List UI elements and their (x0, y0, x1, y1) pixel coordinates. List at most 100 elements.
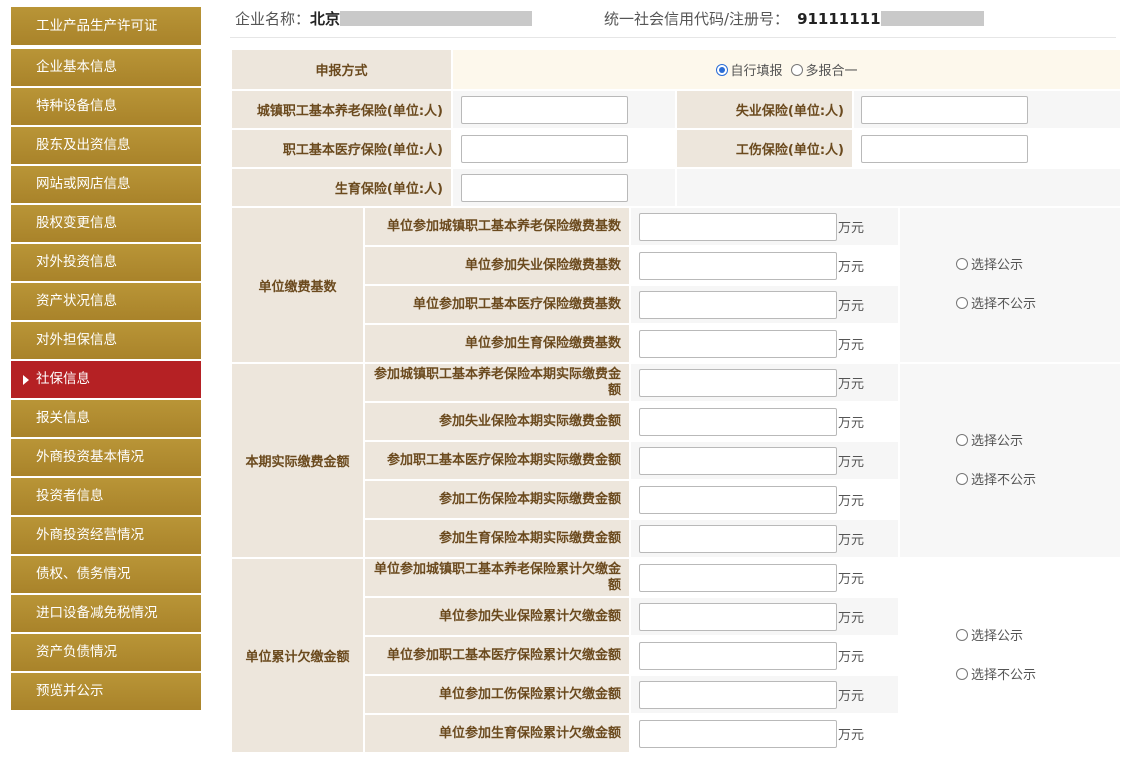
unit-label: 万元 (838, 533, 865, 548)
unit-label: 万元 (838, 494, 865, 509)
sidebar-item-basic-info[interactable]: 企业基本信息 (11, 49, 201, 86)
sidebar-item-websites[interactable]: 网站或网店信息 (11, 166, 201, 203)
amount-input[interactable] (639, 563, 838, 592)
amount-input[interactable] (639, 407, 838, 436)
no-publish-label: 选择不公示 (971, 472, 1037, 488)
maternity-insured-input[interactable] (461, 173, 629, 202)
row-label: 单位参加失业保险缴费基数 (362, 245, 632, 286)
empty-cell (675, 167, 1123, 208)
amount-input[interactable] (639, 680, 838, 709)
no-publish-radio[interactable]: 选择不公示 (956, 285, 1120, 324)
actual-payment-row: 本期实际缴费金额 参加城镇职工基本养老保险本期实际缴费金额 万元 选择公示 选择… (230, 362, 1123, 559)
sidebar-item-social-security[interactable]: 社保信息 (11, 361, 201, 398)
sidebar-item-debts[interactable]: 债权、债务情况 (11, 556, 201, 593)
sidebar-item-equity-change[interactable]: 股权变更信息 (11, 205, 201, 242)
sidebar-item-guarantees[interactable]: 对外担保信息 (11, 322, 201, 359)
redaction-mask (880, 11, 984, 26)
amount-input[interactable] (639, 290, 838, 319)
publish-radio[interactable]: 选择公示 (956, 617, 1120, 656)
row-label: 参加失业保险本期实际缴费金额 (362, 401, 632, 442)
company-name-field: 企业名称：北京 (235, 8, 533, 29)
unit-label: 万元 (838, 338, 865, 353)
publish-label: 选择公示 (971, 433, 1024, 449)
sidebar-item-tax-exemption[interactable]: 进口设备减免税情况 (11, 595, 201, 632)
sidebar-item-label: 外商投资基本情况 (36, 449, 144, 465)
sidebar-item-label: 债权、债务情况 (36, 566, 131, 582)
amount-input[interactable] (639, 485, 838, 514)
company-name-value: 北京 (310, 10, 341, 28)
multi-report-radio[interactable]: 多报合一 (790, 64, 858, 79)
publish-choice-group: 选择公示 选择不公示 (898, 362, 1123, 559)
no-publish-radio[interactable]: 选择不公示 (956, 461, 1120, 500)
sidebar-item-label: 社保信息 (36, 371, 90, 387)
sidebar-item-preview-publish[interactable]: 预览并公示 (11, 673, 201, 710)
sidebar-item-foreign-operations[interactable]: 外商投资经营情况 (11, 517, 201, 554)
insured-row-1: 城镇职工基本养老保险(单位:人) 失业保险(单位:人) (229, 89, 1123, 130)
amount-input[interactable] (639, 368, 838, 397)
sidebar-item-assets[interactable]: 资产状况信息 (11, 283, 201, 320)
caret-right-icon (23, 375, 29, 385)
amount-input[interactable] (639, 719, 838, 748)
row-label: 单位参加生育保险缴费基数 (362, 323, 632, 364)
no-publish-label: 选择不公示 (971, 667, 1037, 683)
unit-label: 万元 (838, 416, 865, 431)
amount-input[interactable] (639, 524, 838, 553)
amount-input[interactable] (639, 212, 838, 241)
arrears-row: 单位累计欠缴金额 单位参加城镇职工基本养老保险累计欠缴金额 万元 选择公示 选择… (230, 557, 1123, 754)
publish-label: 选择公示 (971, 258, 1024, 273)
publish-choice-group: 选择公示 选择不公示 (898, 206, 1123, 364)
amount-input[interactable] (639, 602, 838, 631)
sidebar-item-label: 报关信息 (36, 410, 90, 426)
radio-unchecked-icon (956, 628, 969, 641)
sidebar-item-label: 预览并公示 (36, 683, 104, 699)
sidebar-item-label: 股权变更信息 (36, 215, 117, 231)
medical-insured-input[interactable] (461, 134, 629, 163)
row-label: 单位参加城镇职工基本养老保险累计欠缴金额 (362, 557, 632, 598)
sidebar-item-balance-sheet[interactable]: 资产负债情况 (11, 634, 201, 671)
amount-input[interactable] (639, 641, 838, 670)
sidebar-item-label: 网站或网店信息 (36, 176, 131, 192)
self-report-radio[interactable]: 自行填报 (715, 64, 783, 79)
report-method-row: 申报方式 自行填报 多报合一 (229, 48, 1123, 91)
sidebar-item-investors[interactable]: 投资者信息 (11, 478, 201, 515)
pension-insured-input[interactable] (461, 95, 629, 124)
report-method-options: 自行填报 多报合一 (451, 48, 1123, 91)
amount-input[interactable] (639, 251, 838, 280)
company-name-label: 企业名称： (235, 10, 311, 28)
unit-label: 万元 (838, 221, 865, 236)
row-label: 单位参加失业保险累计欠缴金额 (362, 596, 632, 637)
group-title-contribution-base: 单位缴费基数 (230, 206, 365, 364)
sidebar-item-foreign-basic[interactable]: 外商投资基本情况 (11, 439, 201, 476)
amount-input[interactable] (639, 446, 838, 475)
sidebar-item-customs[interactable]: 报关信息 (11, 400, 201, 437)
sidebar-item-label: 股东及出资信息 (36, 137, 131, 153)
unit-label: 万元 (838, 650, 865, 665)
self-report-label: 自行填报 (730, 64, 783, 79)
publish-radio[interactable]: 选择公示 (956, 246, 1120, 285)
sidebar-item-label: 外商投资经营情况 (36, 527, 144, 543)
sidebar-item-special-equipment[interactable]: 特种设备信息 (11, 88, 201, 125)
sidebar-item-label: 对外投资信息 (36, 254, 117, 270)
sidebar-item-outbound-investment[interactable]: 对外投资信息 (11, 244, 201, 281)
credit-code-value: 91111111 (797, 10, 881, 28)
sidebar-item-label: 资产负债情况 (36, 644, 117, 660)
row-label: 参加职工基本医疗保险本期实际缴费金额 (362, 440, 632, 481)
unit-label: 万元 (838, 299, 865, 314)
maternity-insured-label: 生育保险(单位:人) (229, 167, 454, 208)
publish-radio[interactable]: 选择公示 (956, 422, 1120, 461)
amount-input[interactable] (639, 329, 838, 358)
sidebar-item-shareholders[interactable]: 股东及出资信息 (11, 127, 201, 164)
unemployment-insured-input[interactable] (861, 95, 1029, 124)
no-publish-radio[interactable]: 选择不公示 (956, 656, 1120, 695)
row-label: 单位参加职工基本医疗保险缴费基数 (362, 284, 632, 325)
credit-code-field: 统一社会信用代码/注册号： 91111111 (604, 8, 984, 29)
injury-insured-input[interactable] (861, 134, 1029, 163)
sidebar-item-product-license[interactable]: 工业产品生产许可证 (11, 7, 201, 45)
radio-unchecked-icon (956, 258, 969, 270)
company-header: 企业名称：北京 统一社会信用代码/注册号： 91111111 (230, 0, 1116, 38)
publish-label: 选择公示 (971, 628, 1024, 644)
row-label: 单位参加城镇职工基本养老保险缴费基数 (362, 206, 632, 247)
unit-label: 万元 (838, 689, 865, 704)
unit-label: 万元 (838, 377, 865, 392)
insured-row-3: 生育保险(单位:人) (229, 167, 1123, 208)
